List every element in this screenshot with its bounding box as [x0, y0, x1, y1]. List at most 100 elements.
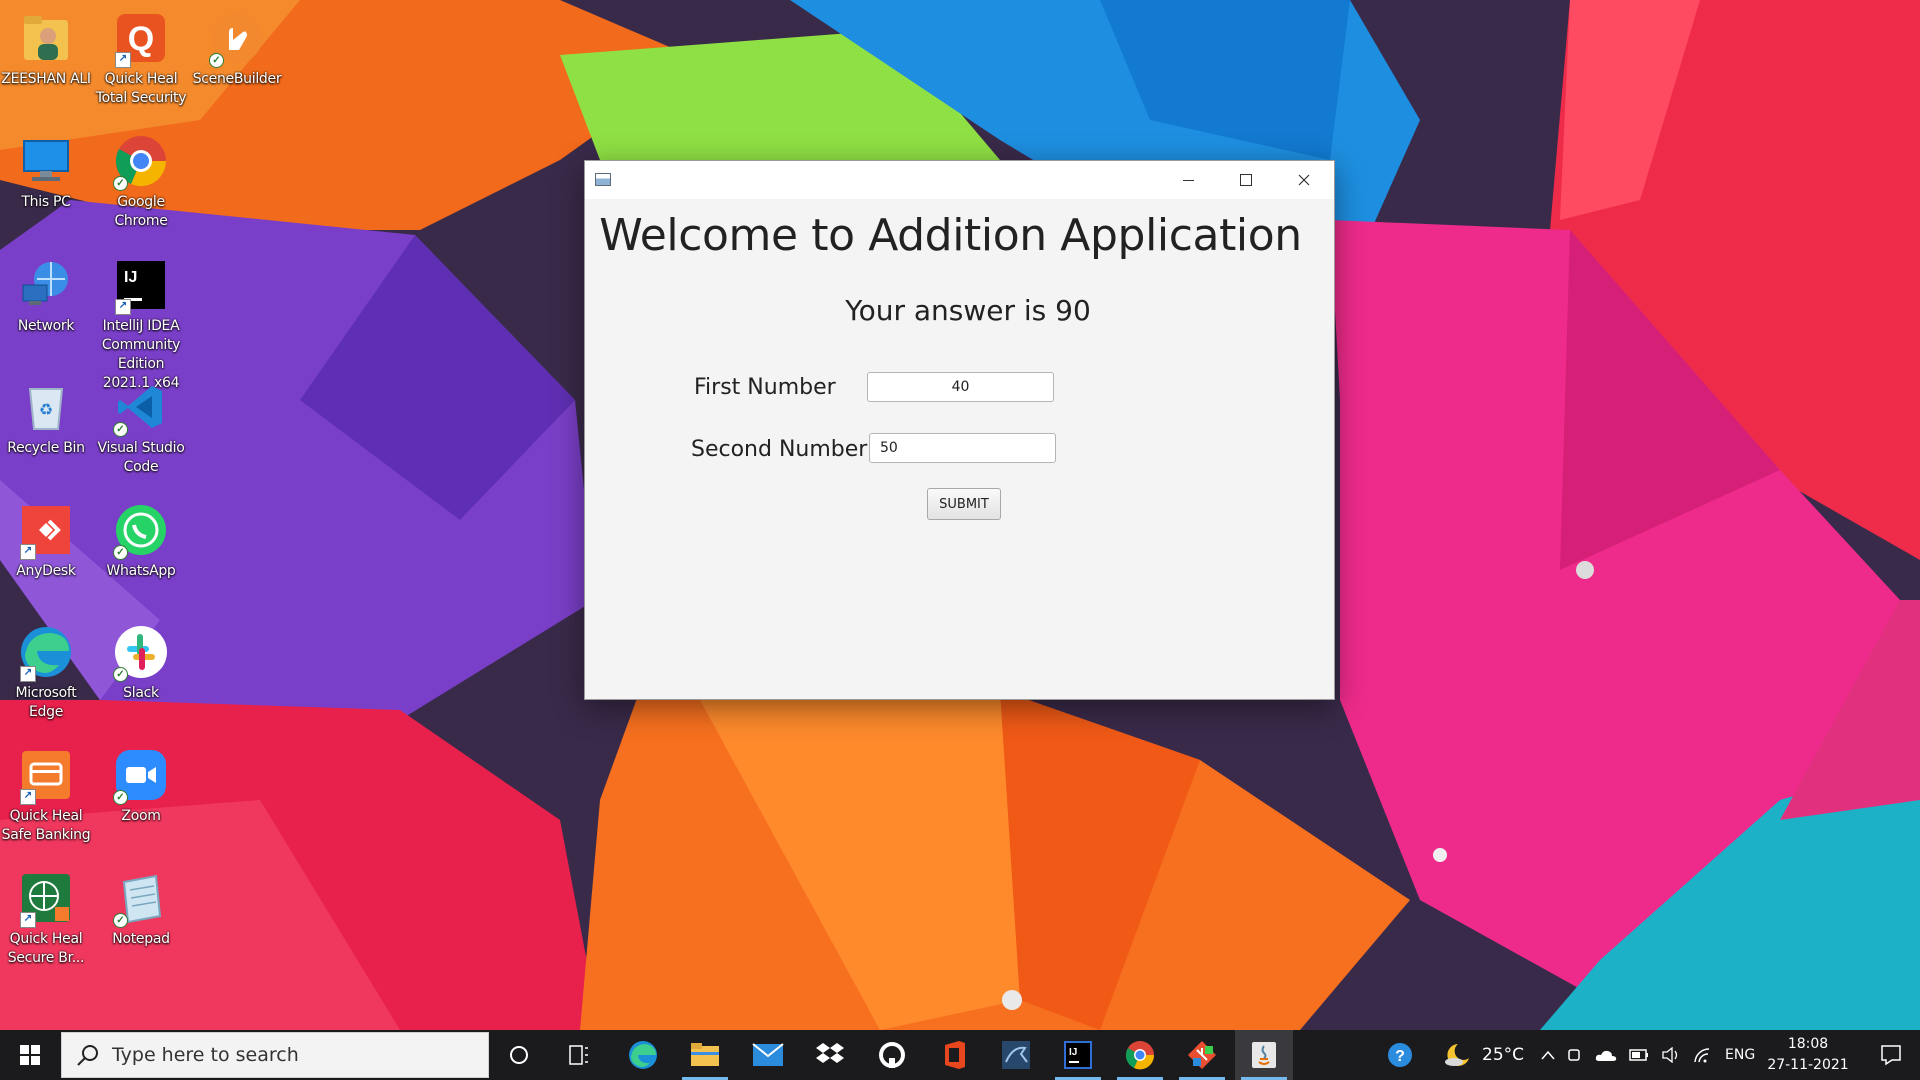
close-button[interactable] — [1275, 161, 1333, 199]
github-icon — [879, 1042, 905, 1068]
taskbar-github[interactable] — [863, 1030, 921, 1080]
desktop-icon-network[interactable]: Network — [0, 255, 92, 336]
sync-check-icon: ✓ — [113, 667, 128, 682]
clock-date: 27-11-2021 — [1767, 1057, 1849, 1073]
sync-check-icon: ✓ — [113, 790, 128, 805]
first-number-input[interactable] — [867, 372, 1054, 402]
desktop-icon-chrome[interactable]: ✓ Google Chrome — [95, 131, 187, 231]
vscode-icon: ✓ — [111, 377, 171, 437]
shortcut-arrow-icon: ↗ — [20, 912, 36, 928]
desktop-icon-label: Recycle Bin — [7, 440, 85, 456]
svg-text:Q: Q — [128, 20, 154, 58]
notification-icon — [1881, 1045, 1901, 1066]
maximize-button[interactable] — [1217, 161, 1275, 199]
notifications-button[interactable] — [1862, 1030, 1920, 1080]
window-titlebar[interactable] — [585, 161, 1334, 199]
office-icon — [945, 1041, 965, 1069]
taskbar-search-box[interactable]: Type here to search — [61, 1032, 489, 1078]
edge-icon: ↗ — [16, 622, 76, 682]
weather-widget[interactable]: 25°C — [1444, 1030, 1524, 1080]
desktop-icon-label: Quick Heal Total Security — [95, 71, 187, 106]
taskbar-office[interactable] — [925, 1030, 983, 1080]
desktop-icon-label: Notepad — [112, 931, 170, 947]
addition-app-window: Welcome to Addition Application Your ans… — [585, 161, 1334, 699]
desktop-icon-label: Quick Heal Safe Banking — [1, 808, 91, 843]
help-tray-button[interactable]: ? — [1380, 1030, 1420, 1080]
cortana-button[interactable] — [490, 1030, 548, 1080]
svg-text:IJ: IJ — [1069, 1047, 1077, 1058]
desktop-icon-label: Slack — [123, 685, 159, 701]
shortcut-arrow-icon: ↗ — [20, 666, 36, 682]
meet-now-icon[interactable] — [1567, 1047, 1583, 1063]
shortcut-arrow-icon: ↗ — [115, 52, 131, 68]
desktop-icon-edge[interactable]: ↗ Microsoft Edge — [0, 622, 92, 722]
desktop-icon-label: WhatsApp — [106, 563, 176, 579]
desktop-icon-label: Microsoft Edge — [15, 685, 77, 720]
desktop-icon-intellij[interactable]: IJ ↗ IntelliJ IDEA Community Edition 202… — [95, 255, 187, 393]
desktop-icon-label: Zoom — [121, 808, 161, 824]
desktop-icon-label: ZEESHAN ALI — [1, 71, 91, 87]
desktop-icon-this-pc[interactable]: This PC — [0, 131, 92, 212]
desktop-icon-label: AnyDesk — [16, 563, 76, 579]
quick-heal-icon: Q ↗ — [111, 8, 171, 68]
taskbar-java[interactable] — [1235, 1030, 1293, 1080]
chrome-icon: ✓ — [111, 131, 171, 191]
weather-moon-icon — [1445, 1044, 1469, 1066]
desktop-icon-user-folder[interactable]: ZEESHAN ALI — [0, 8, 92, 89]
taskbar-mysql-workbench[interactable] — [987, 1030, 1045, 1080]
slack-icon: ✓ — [111, 622, 171, 682]
shortcut-arrow-icon: ↗ — [20, 544, 36, 560]
language-indicator[interactable]: ENG — [1725, 1047, 1755, 1063]
anydesk-icon: ↗ — [16, 500, 76, 560]
minimize-icon — [1182, 179, 1194, 181]
taskbar-intellij[interactable]: IJ — [1049, 1030, 1107, 1080]
recycle-bin-icon: ♻ — [16, 377, 76, 437]
taskbar-dropbox[interactable] — [801, 1030, 859, 1080]
battery-icon[interactable] — [1629, 1049, 1649, 1061]
minimize-button[interactable] — [1159, 161, 1217, 199]
desktop-icon-quick-heal-safe-banking[interactable]: ↗ Quick Heal Safe Banking — [0, 745, 92, 845]
submit-button[interactable]: SUBMIT — [927, 488, 1001, 520]
second-number-input[interactable] — [869, 433, 1056, 463]
user-folder-icon — [16, 8, 76, 68]
desktop-icon-notepad[interactable]: ✓ Notepad — [95, 868, 187, 949]
wifi-icon[interactable] — [1693, 1047, 1713, 1063]
answer-text: Your answer is 90 — [845, 294, 1091, 327]
computer-icon — [16, 131, 76, 191]
taskbar-mail[interactable] — [739, 1030, 797, 1080]
close-icon — [1298, 174, 1310, 186]
chevron-up-icon[interactable] — [1541, 1050, 1555, 1060]
task-view-button[interactable] — [550, 1030, 608, 1080]
volume-icon[interactable] — [1661, 1047, 1681, 1063]
desktop-icon-zoom[interactable]: ✓ Zoom — [95, 745, 187, 826]
desktop-icon-scenebuilder[interactable]: ✓ SceneBuilder — [191, 8, 283, 89]
file-explorer-icon — [691, 1043, 719, 1066]
second-number-label: Second Number — [691, 437, 868, 462]
desktop-icon-whatsapp[interactable]: ✓ WhatsApp — [95, 500, 187, 581]
intellij-icon: IJ — [1064, 1041, 1092, 1069]
taskbar-chrome[interactable] — [1111, 1030, 1169, 1080]
desktop-icon-vscode[interactable]: ✓ Visual Studio Code — [95, 377, 187, 477]
desktop-icon-quick-heal[interactable]: Q ↗ Quick Heal Total Security — [95, 8, 187, 108]
onedrive-icon[interactable] — [1595, 1048, 1617, 1062]
zoom-icon: ✓ — [111, 745, 171, 805]
desktop-icon-recycle-bin[interactable]: ♻ Recycle Bin — [0, 377, 92, 458]
desktop-icon-anydesk[interactable]: ↗ AnyDesk — [0, 500, 92, 581]
desktop-icon-label: SceneBuilder — [192, 71, 282, 87]
desktop-icon-label: This PC — [21, 194, 71, 210]
taskbar: Type here to search IJ ? 25°C ENG 18:08 … — [0, 1030, 1920, 1080]
taskbar-file-explorer[interactable] — [676, 1030, 734, 1080]
desktop-icon-label: Google Chrome — [114, 194, 168, 229]
maximize-icon — [1240, 174, 1252, 186]
taskbar-edge[interactable] — [614, 1030, 672, 1080]
desktop-icon-quick-heal-secure-browser[interactable]: ↗ Quick Heal Secure Br... — [0, 868, 92, 968]
start-button[interactable] — [0, 1030, 60, 1080]
sync-check-icon: ✓ — [113, 545, 128, 560]
desktop-icon-slack[interactable]: ✓ Slack — [95, 622, 187, 703]
whatsapp-icon: ✓ — [111, 500, 171, 560]
taskbar-git[interactable] — [1173, 1030, 1231, 1080]
clock[interactable]: 18:08 27-11-2021 — [1760, 1034, 1856, 1076]
svg-text:♻: ♻ — [39, 402, 53, 419]
scenebuilder-icon: ✓ — [207, 8, 267, 68]
sync-check-icon: ✓ — [113, 422, 128, 437]
